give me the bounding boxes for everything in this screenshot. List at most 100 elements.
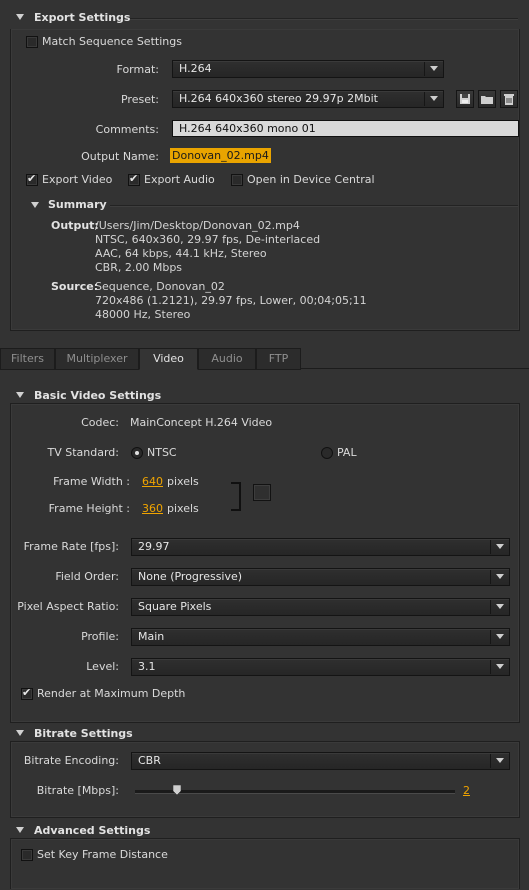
summary-source-line: 48000 Hz, Stereo — [95, 308, 191, 321]
summary-output-lines: /Users/Jim/Desktop/Donovan_02.mp4 NTSC, … — [95, 219, 320, 275]
bitrate-encoding-value: CBR — [138, 754, 161, 767]
dropdown-separator — [424, 62, 425, 76]
bitrate-encoding-dropdown[interactable]: CBR — [131, 752, 510, 770]
format-dropdown[interactable]: H.264 — [172, 60, 444, 78]
bitrate-encoding-label: Bitrate Encoding: — [23, 754, 119, 767]
frame-height-label: Frame Height : — [48, 502, 130, 515]
dropdown-separator — [490, 754, 491, 768]
bitrate-label: Bitrate [Mbps]: — [36, 784, 119, 797]
codec-value: MainConcept H.264 Video — [130, 416, 273, 429]
profile-value: Main — [138, 630, 165, 643]
collapse-triangle-icon[interactable] — [16, 827, 24, 833]
preset-value: H.264 640x360 stereo 29.97p 2Mbit — [179, 92, 378, 105]
profile-dropdown[interactable]: Main — [131, 628, 510, 646]
ntsc-label: NTSC — [147, 446, 177, 459]
ntsc-radio[interactable] — [131, 447, 143, 459]
export-settings-header[interactable]: Export Settings — [34, 11, 130, 24]
profile-label: Profile: — [81, 630, 119, 643]
pixel-aspect-value: Square Pixels — [138, 600, 212, 613]
dropdown-separator — [490, 660, 491, 674]
field-order-label: Field Order: — [55, 570, 119, 583]
comments-label: Comments: — [95, 123, 159, 136]
tab-ftp[interactable]: FTP — [256, 348, 301, 370]
preset-label: Preset: — [120, 93, 159, 106]
chevron-down-icon — [430, 66, 438, 71]
chevron-down-icon — [496, 634, 504, 639]
export-video-checkbox[interactable] — [26, 172, 38, 186]
render-max-depth-label: Render at Maximum Depth — [37, 687, 186, 700]
key-frame-label: Set Key Frame Distance — [37, 848, 168, 861]
constrain-proportions-toggle[interactable] — [253, 484, 271, 501]
advanced-header[interactable]: Advanced Settings — [34, 824, 150, 837]
summary-source-line: Sequence, Donovan_02 — [95, 280, 225, 293]
bitrate-header[interactable]: Bitrate Settings — [34, 727, 133, 740]
frame-height-value[interactable]: 360 — [142, 502, 163, 515]
link-bracket — [231, 482, 241, 511]
frame-width-value[interactable]: 640 — [142, 475, 163, 488]
bitrate-slider-thumb[interactable] — [172, 784, 181, 796]
dropdown-separator — [490, 600, 491, 614]
comments-input[interactable]: H.264 640x360 mono 01 — [172, 120, 519, 137]
open-device-central-checkbox[interactable] — [231, 174, 243, 186]
field-order-dropdown[interactable]: None (Progressive) — [131, 568, 510, 586]
divider — [130, 18, 518, 20]
output-name-link[interactable]: Donovan_02.mp4 — [170, 148, 271, 163]
save-preset-icon[interactable] — [456, 90, 474, 108]
summary-header[interactable]: Summary — [48, 198, 107, 211]
basic-video-header[interactable]: Basic Video Settings — [34, 389, 161, 402]
format-value: H.264 — [179, 62, 212, 75]
summary-output-line: /Users/Jim/Desktop/Donovan_02.mp4 — [95, 219, 300, 232]
open-device-central-label: Open in Device Central — [247, 173, 375, 186]
comments-value: H.264 640x360 mono 01 — [179, 122, 316, 135]
export-audio-checkbox[interactable] — [128, 172, 140, 186]
import-preset-icon[interactable] — [478, 90, 496, 108]
dropdown-separator — [490, 540, 491, 554]
summary-output-line: CBR, 2.00 Mbps — [95, 261, 183, 274]
match-sequence-checkbox[interactable] — [26, 36, 38, 48]
export-audio-label: Export Audio — [144, 173, 215, 186]
summary-source-lines: Sequence, Donovan_02 720x486 (1.2121), 2… — [95, 280, 367, 322]
chevron-down-icon — [430, 96, 438, 101]
pal-radio[interactable] — [321, 447, 333, 459]
advanced-panel — [10, 838, 520, 889]
field-order-value: None (Progressive) — [138, 570, 243, 583]
collapse-triangle-icon[interactable] — [31, 202, 39, 208]
summary-output-line: AAC, 64 kbps, 44.1 kHz, Stereo — [95, 247, 267, 260]
collapse-triangle-icon[interactable] — [16, 14, 24, 20]
match-sequence-label: Match Sequence Settings — [42, 35, 182, 48]
dropdown-separator — [490, 570, 491, 584]
key-frame-checkbox[interactable] — [21, 849, 33, 861]
bitrate-slider-track[interactable] — [135, 790, 455, 794]
tv-standard-label: TV Standard: — [47, 446, 120, 459]
chevron-down-icon — [496, 574, 504, 579]
dropdown-separator — [424, 92, 425, 106]
frame-rate-label: Frame Rate [fps]: — [23, 540, 119, 553]
frame-rate-dropdown[interactable]: 29.97 — [131, 538, 510, 556]
frame-width-unit: pixels — [167, 475, 199, 488]
summary-output-label: Output: — [51, 219, 99, 232]
codec-label: Codec: — [81, 416, 119, 429]
delete-preset-icon[interactable] — [500, 90, 518, 108]
export-video-label: Export Video — [42, 173, 113, 186]
pixel-aspect-label: Pixel Aspect Ratio: — [17, 600, 119, 613]
pal-label: PAL — [337, 446, 357, 459]
level-value: 3.1 — [138, 660, 156, 673]
collapse-triangle-icon[interactable] — [16, 730, 24, 736]
summary-output-line: NTSC, 640x360, 29.97 fps, De-interlaced — [95, 233, 321, 246]
tab-video[interactable]: Video — [139, 348, 198, 370]
tab-audio[interactable]: Audio — [198, 348, 256, 370]
preset-dropdown[interactable]: H.264 640x360 stereo 29.97p 2Mbit — [172, 90, 444, 108]
tab-filters[interactable]: Filters — [0, 348, 55, 370]
frame-rate-value: 29.97 — [138, 540, 170, 553]
collapse-triangle-icon[interactable] — [16, 392, 24, 398]
output-name-label: Output Name: — [81, 150, 159, 163]
render-max-depth-checkbox[interactable] — [21, 686, 33, 700]
level-dropdown[interactable]: 3.1 — [131, 658, 510, 676]
bitrate-value[interactable]: 2 — [463, 784, 470, 797]
chevron-down-icon — [496, 664, 504, 669]
pixel-aspect-dropdown[interactable]: Square Pixels — [131, 598, 510, 616]
summary-source-line: 720x486 (1.2121), 29.97 fps, Lower, 00;0… — [95, 294, 367, 307]
format-label: Format: — [116, 63, 159, 76]
tab-multiplexer[interactable]: Multiplexer — [55, 348, 139, 370]
output-name-value: Donovan_02.mp4 — [170, 148, 271, 163]
